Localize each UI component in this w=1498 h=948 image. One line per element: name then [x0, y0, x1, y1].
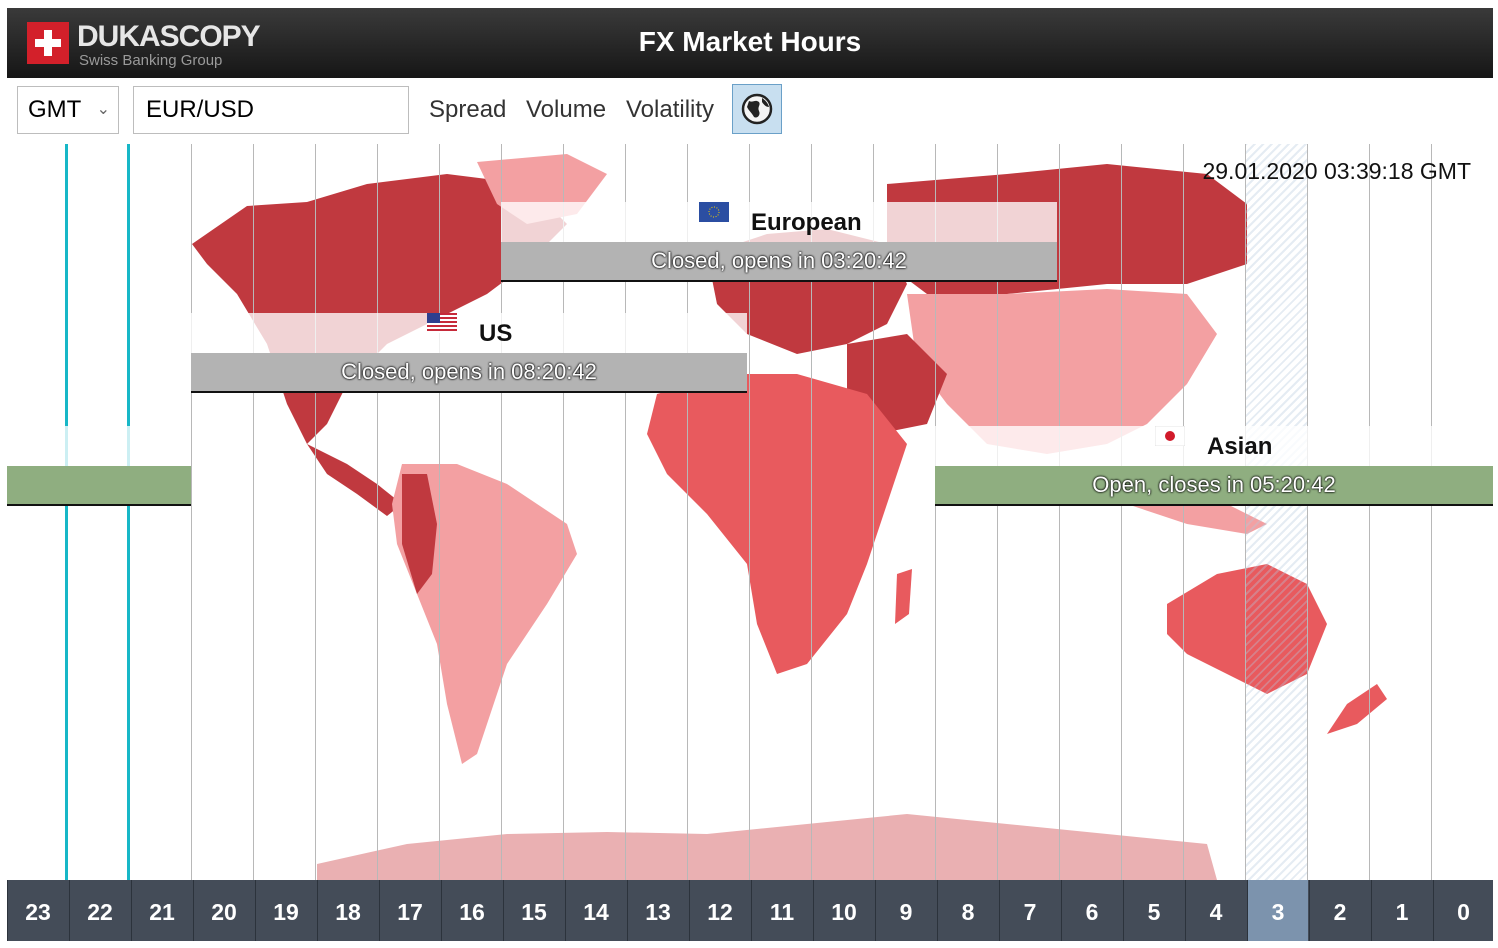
us-session-title[interactable]: US	[191, 313, 747, 353]
hour-cell[interactable]: 20	[193, 880, 254, 941]
current-hour-highlight	[1245, 144, 1307, 880]
hour-cell[interactable]: 12	[689, 880, 750, 941]
hour-cell[interactable]: 7	[999, 880, 1060, 941]
hour-cell[interactable]: 14	[565, 880, 626, 941]
hour-cell[interactable]: 19	[255, 880, 316, 941]
hour-cell[interactable]: 0	[1433, 880, 1493, 941]
world-map: 29.01.2020 03:39:18 GMT European Closed,…	[7, 144, 1493, 880]
central-america	[307, 444, 402, 516]
european-session-title[interactable]: European	[501, 202, 1057, 242]
new-zealand	[1327, 684, 1387, 734]
eu-flag-icon	[699, 202, 729, 222]
currency-pair-input[interactable]: EUR/USD	[133, 86, 409, 134]
hour-cell-current[interactable]: 3	[1247, 880, 1308, 941]
chevron-down-icon: ⌄	[96, 101, 110, 118]
hour-cell[interactable]: 2	[1309, 880, 1370, 941]
globe-icon	[741, 93, 773, 125]
madagascar	[895, 569, 912, 624]
asian-session-title-wrap	[7, 426, 191, 466]
asian-session-status[interactable]: Open, closes in 05:20:42	[935, 466, 1493, 506]
european-session-status[interactable]: Closed, opens in 03:20:42	[501, 242, 1057, 282]
hour-cell[interactable]: 16	[441, 880, 502, 941]
hour-cell[interactable]: 23	[7, 880, 68, 941]
hour-cell[interactable]: 15	[503, 880, 564, 941]
fx-market-hours-app: DUKASCOPY Swiss Banking Group FX Market …	[7, 8, 1493, 941]
header-bar: DUKASCOPY Swiss Banking Group FX Market …	[7, 8, 1493, 78]
volatility-link[interactable]: Volatility	[626, 96, 714, 124]
hour-cell[interactable]: 17	[379, 880, 440, 941]
toolbar: GMT ⌄ EUR/USD Spread Volume Volatility	[7, 78, 1493, 145]
asian-session-bar-wrap[interactable]	[7, 466, 191, 506]
us-flag-icon	[427, 313, 457, 333]
hour-cell[interactable]: 1	[1371, 880, 1432, 941]
hour-cell[interactable]: 4	[1185, 880, 1246, 941]
page-title: FX Market Hours	[638, 26, 862, 57]
hour-cell[interactable]: 8	[937, 880, 998, 941]
hour-cell[interactable]: 22	[69, 880, 130, 941]
hour-cell[interactable]: 21	[131, 880, 192, 941]
timezone-value: GMT	[28, 96, 82, 123]
us-session-status[interactable]: Closed, opens in 08:20:42	[191, 353, 747, 393]
current-time: 29.01.2020 03:39:18 GMT	[1202, 158, 1471, 184]
spread-link[interactable]: Spread	[429, 96, 506, 124]
time-marker-line	[65, 144, 68, 880]
time-marker-line	[127, 144, 130, 880]
globe-button[interactable]	[732, 84, 782, 134]
european-session-name: European	[751, 209, 862, 236]
hour-cell[interactable]: 10	[813, 880, 874, 941]
timezone-select[interactable]: GMT ⌄	[17, 86, 119, 134]
hour-cell[interactable]: 9	[875, 880, 936, 941]
antarctica	[317, 814, 1217, 880]
hour-cell[interactable]: 18	[317, 880, 378, 941]
hour-cell[interactable]: 5	[1123, 880, 1184, 941]
africa	[647, 374, 907, 674]
hour-cell[interactable]: 11	[751, 880, 812, 941]
hours-bar: 23 22 21 20 19 18 17 16 15 14 13 12 11 1…	[7, 880, 1493, 941]
asian-session-title[interactable]: Asian	[935, 426, 1493, 466]
us-session-name: US	[479, 320, 513, 347]
asian-session-name: Asian	[1207, 433, 1273, 460]
hour-cell[interactable]: 13	[627, 880, 688, 941]
hour-cell[interactable]: 6	[1061, 880, 1122, 941]
japan-flag-icon	[1155, 426, 1185, 446]
volume-link[interactable]: Volume	[526, 96, 606, 124]
